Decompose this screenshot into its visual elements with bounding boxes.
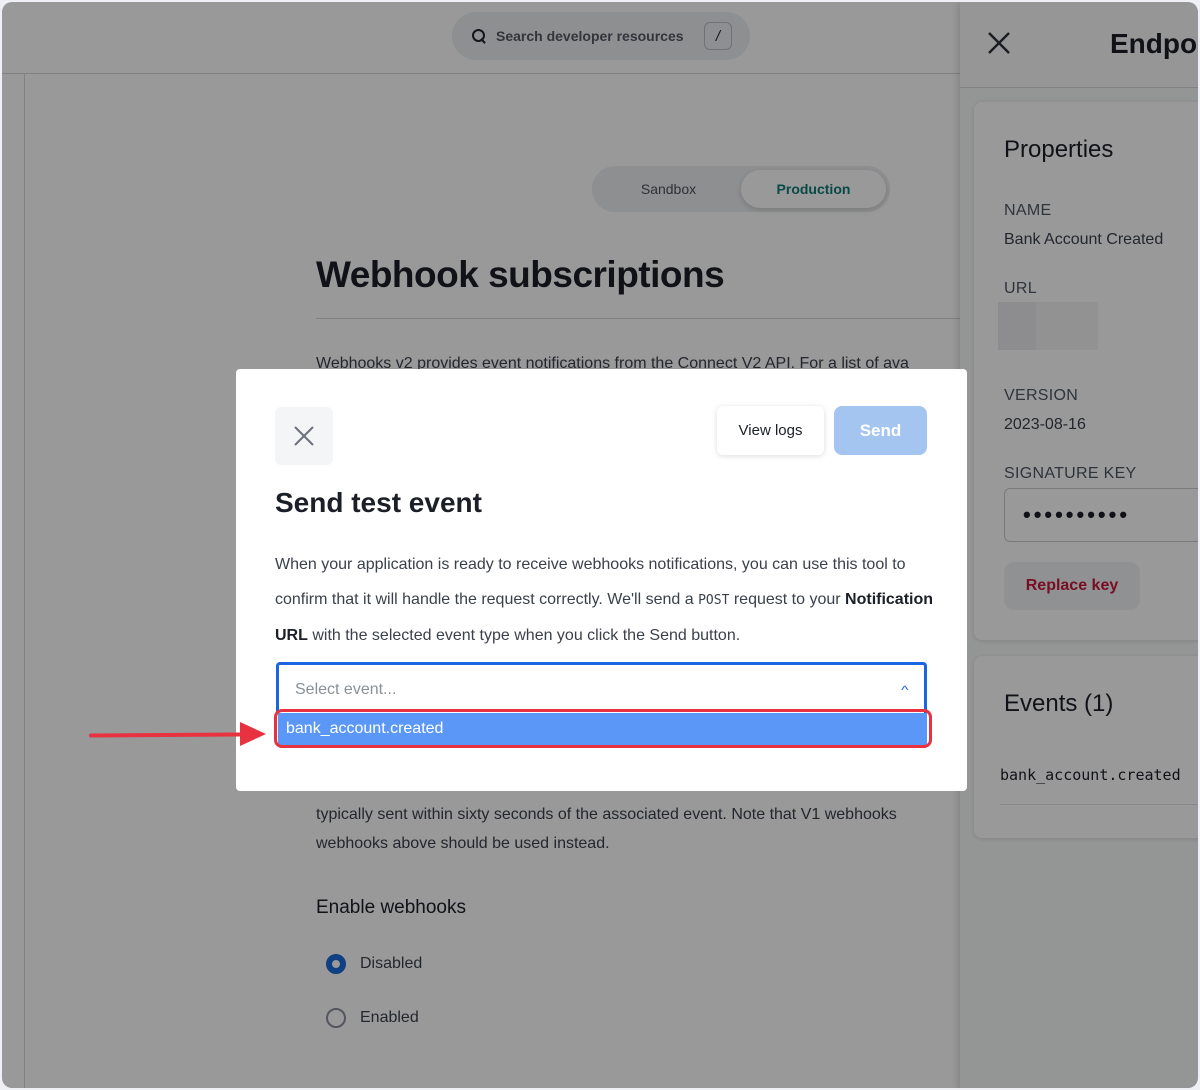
- view-logs-button[interactable]: View logs: [717, 406, 824, 455]
- event-select[interactable]: Select event... ^: [276, 662, 927, 714]
- close-icon: [294, 426, 314, 446]
- desc-part-2: request to your: [729, 591, 846, 608]
- send-button[interactable]: Send: [834, 406, 927, 455]
- annotation-arrow-head-icon: [240, 722, 266, 746]
- select-placeholder: Select event...: [295, 680, 397, 698]
- send-test-event-modal: View logs Send Send test event When your…: [236, 369, 967, 791]
- desc-part-3: with the selected event type when you cl…: [307, 627, 741, 644]
- modal-close-button[interactable]: [275, 407, 333, 465]
- modal-description: When your application is ready to receiv…: [275, 547, 935, 653]
- annotation-highlight-box: [274, 709, 932, 748]
- modal-title: Send test event: [275, 487, 482, 518]
- chevron-up-icon: ^: [901, 682, 909, 697]
- desc-method: POST: [698, 593, 730, 608]
